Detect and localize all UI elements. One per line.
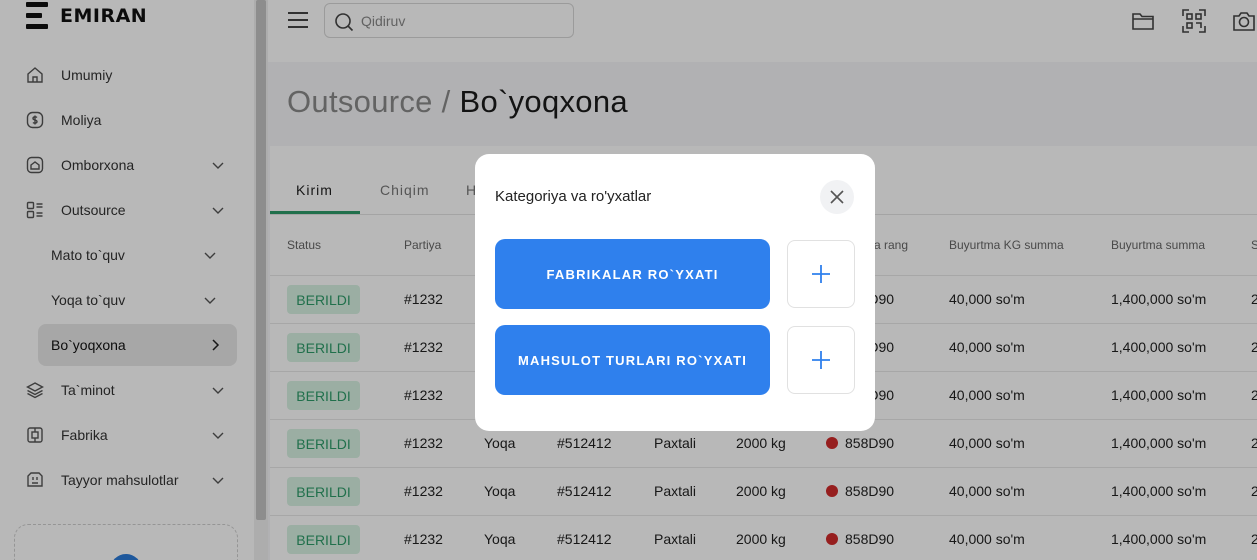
- plus-icon: [812, 265, 830, 283]
- close-icon: [830, 190, 844, 204]
- plus-icon: [812, 351, 830, 369]
- add-factory-button[interactable]: [787, 240, 855, 308]
- product-types-list-button[interactable]: MAHSULOT TURLARI RO`YXATI: [495, 325, 770, 395]
- category-modal: Kategoriya va ro'yxatlar FABRIKALAR RO`Y…: [475, 154, 875, 431]
- add-product-type-button[interactable]: [787, 326, 855, 394]
- modal-title: Kategoriya va ro'yxatlar: [495, 188, 652, 205]
- close-button[interactable]: [820, 180, 854, 214]
- factories-list-button[interactable]: FABRIKALAR RO`YXATI: [495, 239, 770, 309]
